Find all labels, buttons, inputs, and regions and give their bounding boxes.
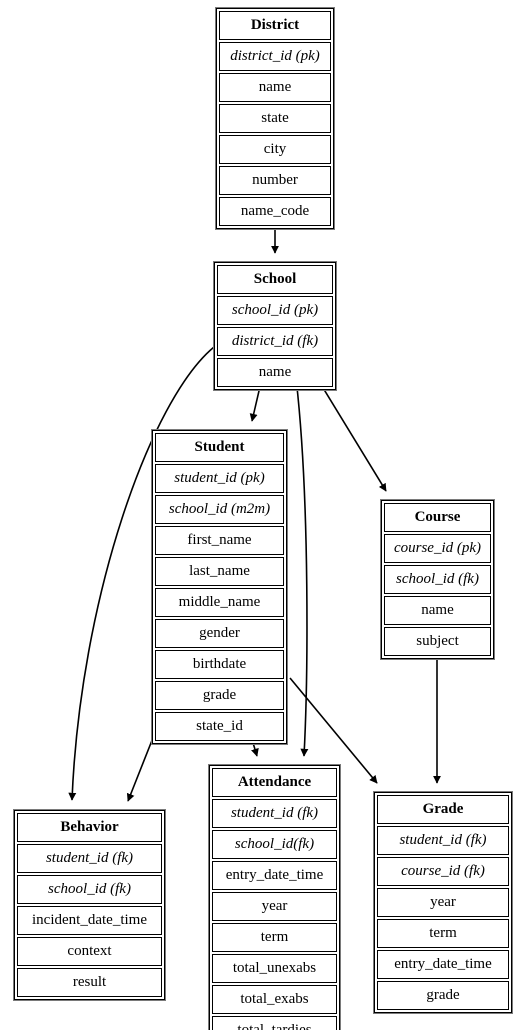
- entity-field-student-0: student_id (pk): [155, 464, 284, 493]
- entity-field-attendance-0: student_id (fk): [212, 799, 337, 828]
- entity-field-course-3: subject: [384, 627, 491, 656]
- entity-title-grade: Grade: [377, 795, 509, 824]
- er-diagram-canvas: District district_id (pk) name state city num…: [0, 0, 520, 1030]
- entity-field-attendance-2: entry_date_time: [212, 861, 337, 890]
- entity-field-school-2: name: [217, 358, 333, 387]
- entity-title-behavior: Behavior: [17, 813, 162, 842]
- entity-field-attendance-1: school_id(fk): [212, 830, 337, 859]
- entity-field-student-1: school_id (m2m): [155, 495, 284, 524]
- entity-field-behavior-1: school_id (fk): [17, 875, 162, 904]
- entity-field-student-6: birthdate: [155, 650, 284, 679]
- entity-table-grade[interactable]: Grade student_id (fk) course_id (fk) year te…: [373, 791, 513, 1014]
- entity-table-school[interactable]: School school_id (pk) district_id (fk) name: [213, 261, 337, 391]
- entity-title-course: Course: [384, 503, 491, 532]
- entity-title-school: School: [217, 265, 333, 294]
- entity-field-grade-1: course_id (fk): [377, 857, 509, 886]
- entity-field-behavior-3: context: [17, 937, 162, 966]
- entity-field-student-4: middle_name: [155, 588, 284, 617]
- entity-field-student-8: state_id: [155, 712, 284, 741]
- entity-field-district-0: district_id (pk): [219, 42, 331, 71]
- entity-field-attendance-7: total_tardies: [212, 1016, 337, 1030]
- entity-field-district-2: state: [219, 104, 331, 133]
- entity-field-behavior-2: incident_date_time: [17, 906, 162, 935]
- entity-field-grade-0: student_id (fk): [377, 826, 509, 855]
- entity-table-behavior[interactable]: Behavior student_id (fk) school_id (fk) inc…: [13, 809, 166, 1001]
- entity-field-course-2: name: [384, 596, 491, 625]
- entity-field-attendance-5: total_unexabs: [212, 954, 337, 983]
- entity-field-student-7: grade: [155, 681, 284, 710]
- entity-field-grade-5: grade: [377, 981, 509, 1010]
- entity-field-behavior-4: result: [17, 968, 162, 997]
- entity-title-attendance: Attendance: [212, 768, 337, 797]
- entity-field-grade-3: term: [377, 919, 509, 948]
- entity-field-course-1: school_id (fk): [384, 565, 491, 594]
- entity-title-district: District: [219, 11, 331, 40]
- entity-field-district-4: number: [219, 166, 331, 195]
- entity-field-student-5: gender: [155, 619, 284, 648]
- entity-field-school-1: district_id (fk): [217, 327, 333, 356]
- entity-table-attendance[interactable]: Attendance student_id (fk) school_id(fk) en…: [208, 764, 341, 1030]
- entity-field-district-3: city: [219, 135, 331, 164]
- entity-field-attendance-3: year: [212, 892, 337, 921]
- entity-field-school-0: school_id (pk): [217, 296, 333, 325]
- entity-title-student: Student: [155, 433, 284, 462]
- entity-field-attendance-6: total_exabs: [212, 985, 337, 1014]
- entity-field-behavior-0: student_id (fk): [17, 844, 162, 873]
- relationship-school-attendance: [295, 377, 309, 757]
- entity-field-district-5: name_code: [219, 197, 331, 226]
- entity-field-district-1: name: [219, 73, 331, 102]
- entity-field-grade-4: entry_date_time: [377, 950, 509, 979]
- relationship-school-course: [316, 377, 387, 492]
- entity-field-course-0: course_id (pk): [384, 534, 491, 563]
- entity-table-student[interactable]: Student student_id (pk) school_id (m2m) fir…: [151, 429, 288, 745]
- entity-table-course[interactable]: Course course_id (pk) school_id (fk) name su…: [380, 499, 495, 660]
- entity-table-district[interactable]: District district_id (pk) name state city num…: [215, 7, 335, 230]
- entity-field-student-3: last_name: [155, 557, 284, 586]
- entity-field-grade-2: year: [377, 888, 509, 917]
- entity-field-student-2: first_name: [155, 526, 284, 555]
- entity-field-attendance-4: term: [212, 923, 337, 952]
